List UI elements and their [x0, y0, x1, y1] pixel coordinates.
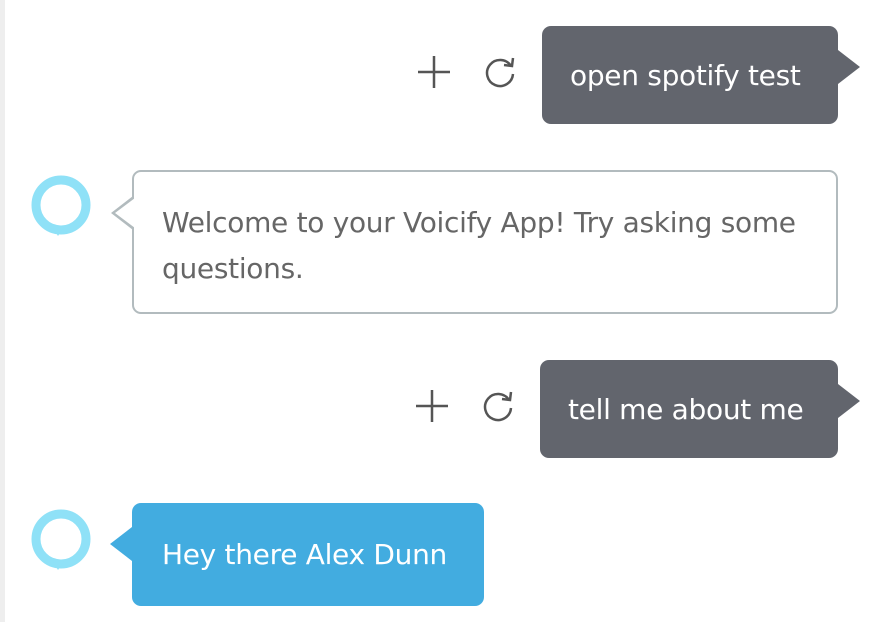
plus-icon: [418, 56, 450, 88]
message-text: tell me about me: [568, 392, 804, 426]
message-text: open spotify test: [570, 58, 801, 92]
refresh-icon: [485, 57, 515, 88]
add-button[interactable]: [412, 386, 452, 426]
resend-button[interactable]: [478, 386, 518, 426]
bubble-tail: [110, 527, 132, 561]
refresh-icon: [483, 391, 513, 422]
assistant-bubble: Hey there Alex Dunn: [110, 503, 484, 606]
resend-button[interactable]: [480, 52, 520, 92]
message-text: Hey there Alex Dunn: [162, 538, 447, 571]
assistant-bubble: Welcome to your Voicify App! Try asking …: [111, 170, 838, 314]
user-bubble: tell me about me: [540, 360, 860, 458]
alexa-icon: [31, 175, 91, 236]
user-bubble: open spotify test: [542, 26, 860, 124]
bubble-tail: [838, 50, 860, 84]
alexa-icon: [31, 509, 91, 570]
left-border: [0, 0, 5, 622]
bubble-tail: [838, 384, 860, 418]
add-button[interactable]: [414, 52, 454, 92]
message-text: Welcome to your Voicify App! Try asking …: [162, 206, 796, 285]
plus-icon: [416, 390, 448, 422]
